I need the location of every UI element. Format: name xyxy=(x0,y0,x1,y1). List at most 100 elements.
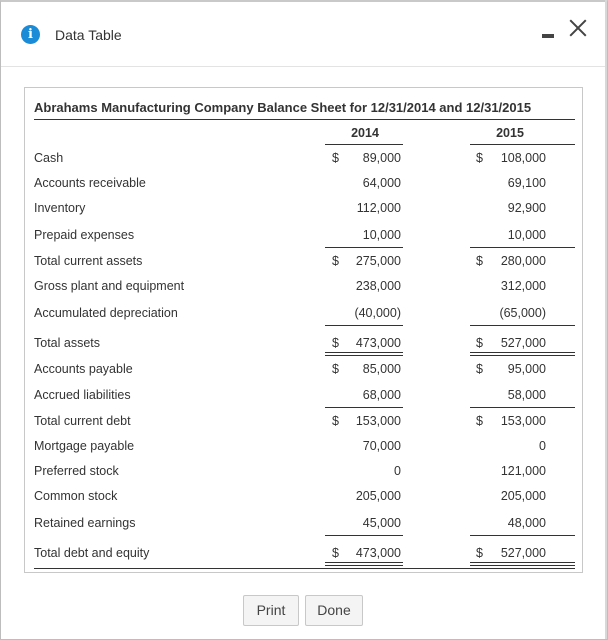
cell-2014: 64,000 xyxy=(362,176,401,190)
cell-2015: 95,000 xyxy=(507,362,546,376)
cell-2014: 89,000 xyxy=(362,151,401,165)
cell-2014: 85,000 xyxy=(362,362,401,376)
cell-2014: 473,000 xyxy=(355,546,401,560)
double-underline-2014 xyxy=(325,352,403,353)
cell-2014: 238,000 xyxy=(355,279,401,293)
cell-2014: 0 xyxy=(394,464,401,478)
table-row: Inventory 112,000 92,900 xyxy=(25,201,582,223)
cell-2015: 92,900 xyxy=(507,201,546,215)
cell-2014: 153,000 xyxy=(355,414,401,428)
currency-symbol-2014: $ xyxy=(332,362,339,376)
cell-2015: 280,000 xyxy=(500,254,546,268)
cell-2015: 108,000 xyxy=(500,151,546,165)
cell-2015: 312,000 xyxy=(500,279,546,293)
underline-2014 xyxy=(325,247,403,248)
data-table-dialog: i Data Table Abrahams Manufacturing Comp… xyxy=(0,0,608,640)
row-label: Total current debt xyxy=(34,414,131,428)
currency-symbol-2015: $ xyxy=(476,254,483,268)
row-label: Common stock xyxy=(34,489,118,503)
table-row: Cash $ $89,000 108,000 xyxy=(25,151,582,173)
cell-2015: 121,000 xyxy=(500,464,546,478)
cell-2014: 68,000 xyxy=(362,388,401,402)
currency-symbol-2015: $ xyxy=(476,362,483,376)
currency-symbol-2014: $ xyxy=(332,414,339,428)
column-header-rule-2014 xyxy=(325,144,403,145)
column-header-2014: 2014 xyxy=(351,126,379,140)
cell-2015: 58,000 xyxy=(507,388,546,402)
row-label: Cash xyxy=(34,151,64,165)
cell-2014: 112,000 xyxy=(356,201,401,215)
currency-symbol-2014: $ xyxy=(332,546,339,560)
table-row: Accounts receivable 64,000 69,100 xyxy=(25,176,582,198)
cell-2015: 205,000 xyxy=(500,489,546,503)
window-edge xyxy=(605,0,607,639)
title-bar: i Data Table xyxy=(1,2,607,67)
underline-2015 xyxy=(470,535,575,536)
cell-2014: 70,000 xyxy=(362,439,401,453)
table-row: Total debt and equity $ $473,000 527,000 xyxy=(25,546,582,568)
row-label: Accrued liabilities xyxy=(34,388,131,402)
cell-2015: 527,000 xyxy=(500,336,546,350)
table-bottom-rule xyxy=(34,568,575,569)
table-row: Total assets $ $473,000 527,000 xyxy=(25,336,582,358)
table-row: Common stock 205,000 205,000 xyxy=(25,489,582,511)
row-label: Accumulated depreciation xyxy=(34,306,178,320)
currency-symbol-2015: $ xyxy=(476,414,483,428)
row-label: Accounts payable xyxy=(34,362,133,376)
cell-2015: 48,000 xyxy=(507,516,546,530)
underline-2015 xyxy=(470,407,575,408)
cell-2014: 205,000 xyxy=(355,489,401,503)
cell-2014: 473,000 xyxy=(355,336,401,350)
row-label: Prepaid expenses xyxy=(34,228,135,242)
underline-2014 xyxy=(325,325,403,326)
dialog-title: Data Table xyxy=(55,27,122,43)
cell-2015: 10,000 xyxy=(507,228,546,242)
table-row: Gross plant and equipment 238,000 312,000 xyxy=(25,279,582,301)
table-row: Mortgage payable 70,000 0 xyxy=(25,439,582,461)
row-label: Total assets xyxy=(34,336,101,350)
row-label: Total current assets xyxy=(34,254,143,268)
currency-symbol-2015: $ xyxy=(476,546,483,560)
double-underline-2015 xyxy=(470,352,575,353)
cell-2015: 153,000 xyxy=(500,414,546,428)
double-underline-2015 xyxy=(470,562,575,563)
cell-2015: 0 xyxy=(539,439,546,453)
balance-sheet-panel: Abrahams Manufacturing Company Balance S… xyxy=(24,87,583,573)
cell-2014: 275,000 xyxy=(355,254,401,268)
currency-symbol-2015: $ xyxy=(476,336,483,350)
currency-symbol-2015: $ xyxy=(476,151,483,165)
cell-2015: 69,100 xyxy=(507,176,546,190)
minimize-icon[interactable] xyxy=(542,34,554,38)
cell-2014: 10,000 xyxy=(362,228,401,242)
cell-2015: 527,000 xyxy=(500,546,546,560)
row-label: Preferred stock xyxy=(34,464,119,478)
table-row: Total current debt $ $153,000 153,000 xyxy=(25,414,582,436)
info-icon: i xyxy=(21,25,40,44)
row-label: Accounts receivable xyxy=(34,176,146,190)
underline-2014 xyxy=(325,407,403,408)
cell-2014: 45,000 xyxy=(362,516,401,530)
cell-2015: (65,000) xyxy=(499,306,546,320)
done-button[interactable]: Done xyxy=(305,595,363,626)
table-title: Abrahams Manufacturing Company Balance S… xyxy=(34,100,532,115)
double-underline-2014 xyxy=(325,562,403,563)
currency-symbol-2014: $ xyxy=(332,151,339,165)
currency-symbol-2014: $ xyxy=(332,254,339,268)
close-icon[interactable] xyxy=(567,17,589,39)
row-label: Retained earnings xyxy=(34,516,136,530)
table-row: Preferred stock 0 121,000 xyxy=(25,464,582,486)
column-header-2015: 2015 xyxy=(496,126,524,140)
cell-2014: (40,000) xyxy=(354,306,401,320)
table-row: Total current assets $ $275,000 280,000 xyxy=(25,254,582,276)
row-label: Inventory xyxy=(34,201,86,215)
row-label: Gross plant and equipment xyxy=(34,279,185,293)
row-label: Total debt and equity xyxy=(34,546,150,560)
header-rule xyxy=(34,119,575,120)
table-row: Accounts payable $ $85,000 95,000 xyxy=(25,362,582,384)
underline-2015 xyxy=(470,247,575,248)
row-label: Mortgage payable xyxy=(34,439,135,453)
underline-2014 xyxy=(325,535,403,536)
print-button[interactable]: Print xyxy=(243,595,299,626)
currency-symbol-2014: $ xyxy=(332,336,339,350)
column-header-rule-2015 xyxy=(470,144,575,145)
